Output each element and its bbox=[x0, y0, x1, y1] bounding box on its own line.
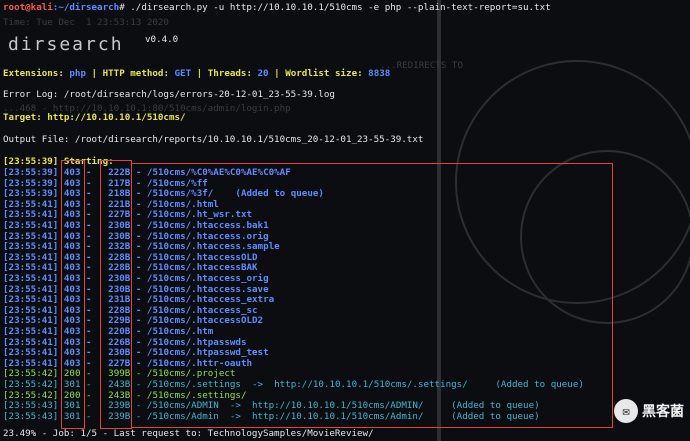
row-time: [23:55:41] bbox=[3, 273, 59, 284]
row-time: [23:55:41] bbox=[3, 220, 59, 231]
row-time: [23:55:42] bbox=[3, 379, 59, 390]
target-line: Target: http://10.10.10.1/510cms/ bbox=[3, 112, 186, 123]
row-time: [23:55:42] bbox=[3, 368, 59, 380]
row-time: [23:55:41] bbox=[3, 230, 59, 242]
row-time: [23:55:43] bbox=[3, 400, 59, 412]
row-time: [23:55:41] bbox=[3, 294, 59, 306]
watermark-text: 黑客菌 bbox=[642, 404, 684, 420]
command-line[interactable]: root@kali:~/dirsearch# ./dirsearch.py -u… bbox=[3, 2, 551, 13]
starting-line: [23:55:39] Starting: bbox=[3, 156, 114, 167]
row-time: [23:55:39] bbox=[3, 188, 59, 200]
prompt-command: ./dirsearch.py -u http://10.10.10.1/510c… bbox=[124, 2, 551, 13]
config-line: Extensions: php | HTTP method: GET | Thr… bbox=[3, 68, 391, 79]
row-time: [23:55:41] bbox=[3, 198, 59, 210]
prompt-path: :~/dirsearch bbox=[52, 2, 120, 13]
row-time: [23:55:41] bbox=[3, 304, 59, 316]
row-time: [23:55:42] bbox=[3, 389, 59, 401]
wechat-icon: ✉ bbox=[614, 399, 638, 423]
row-time: [23:55:41] bbox=[3, 283, 59, 295]
watermark: ✉ 黑客菌 bbox=[614, 399, 684, 423]
error-log-line: Error Log: /root/dirsearch/logs/errors-2… bbox=[3, 89, 335, 100]
row-time: [23:55:41] bbox=[3, 262, 59, 274]
row-time: [23:55:41] bbox=[3, 251, 59, 263]
row-time: [23:55:41] bbox=[3, 241, 59, 253]
row-time: [23:55:39] bbox=[3, 167, 59, 178]
row-time: [23:55:39] bbox=[3, 177, 59, 189]
output-file-line: Output File: /root/dirsearch/reports/10.… bbox=[3, 134, 424, 145]
row-time: [23:55:41] bbox=[3, 357, 59, 369]
size-highlight bbox=[100, 160, 132, 429]
version-label: v0.4.0 bbox=[145, 34, 179, 45]
ghost-redirect: ...REDIRECTS TO bbox=[380, 60, 463, 71]
terminal-window[interactable]: root@kali:~/dirsearch# ./dirsearch.py -u… bbox=[0, 0, 690, 441]
row-time: [23:55:41] bbox=[3, 336, 59, 348]
prompt-user-host: root@kali bbox=[3, 2, 53, 13]
status-code-highlight bbox=[61, 160, 85, 429]
row-time: [23:55:41] bbox=[3, 315, 59, 327]
row-time: [23:55:41] bbox=[3, 209, 59, 221]
ghost-time-line: Time: Tue Dec 1 23:53:13 2020 bbox=[3, 17, 169, 28]
progress-line: 23.49% - Job: 1/5 - Last request to: Tec… bbox=[3, 428, 374, 439]
row-time: [23:55:41] bbox=[3, 326, 59, 337]
dirsearch-logo: dirsearch bbox=[8, 34, 124, 55]
row-time: [23:55:43] bbox=[3, 410, 59, 422]
path-highlight bbox=[131, 163, 613, 428]
row-time: [23:55:41] bbox=[3, 347, 59, 359]
